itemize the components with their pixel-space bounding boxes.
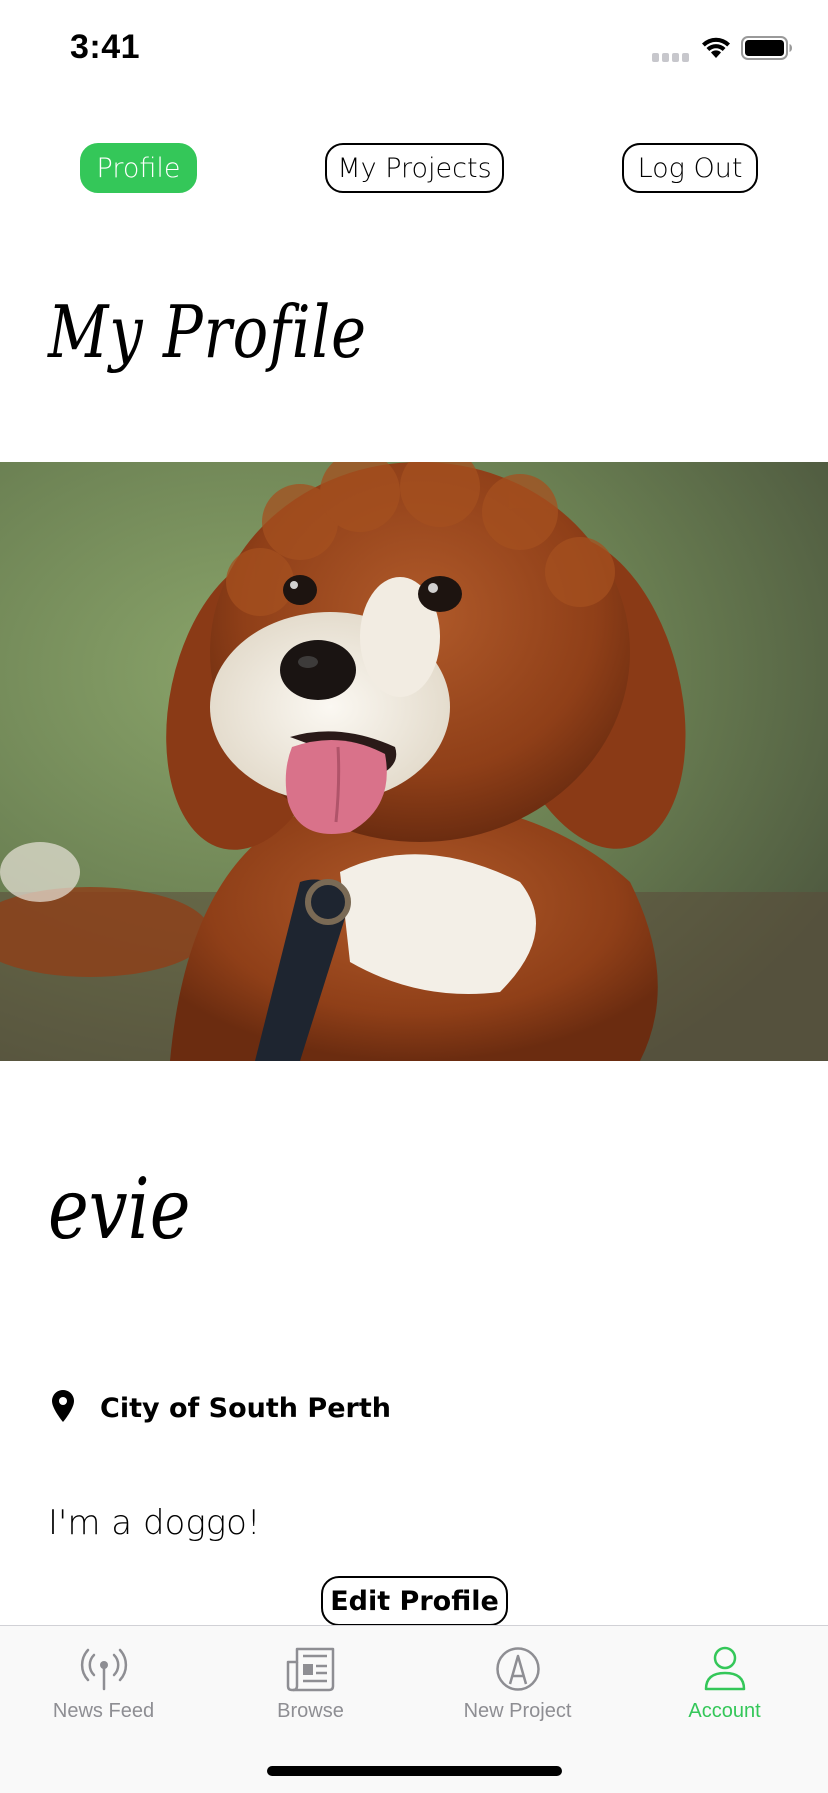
tab-news-feed[interactable]: News Feed (0, 1626, 207, 1736)
tab-label: News Feed (52, 1700, 155, 1722)
status-time: 3:41 (70, 28, 141, 66)
tab-label: Browse (277, 1700, 344, 1722)
location-pin-icon (52, 1390, 74, 1426)
tab-browse[interactable]: Browse (207, 1626, 414, 1736)
tab-account[interactable]: Account (621, 1626, 828, 1736)
location: City of South Perth (52, 1390, 391, 1426)
tab-label: Account (688, 1700, 761, 1722)
my-projects-button[interactable]: My Projects (325, 143, 504, 193)
battery-icon (741, 36, 793, 64)
home-indicator (267, 1766, 562, 1776)
tab-new-project[interactable]: New Project (414, 1626, 621, 1736)
status-bar: 3:41 (0, 0, 828, 100)
newspaper-icon (286, 1646, 336, 1692)
bio-text: I'm a doggo! (48, 1503, 261, 1543)
wifi-icon (700, 36, 732, 64)
profile-photo (0, 462, 828, 1061)
person-icon (703, 1646, 747, 1692)
antenna-icon (80, 1646, 128, 1692)
username: evie (48, 1160, 191, 1258)
location-label: City of South Perth (100, 1392, 391, 1424)
cellular-signal-icon (652, 53, 689, 62)
edit-profile-button[interactable]: Edit Profile (321, 1576, 508, 1626)
tab-label: New Project (463, 1700, 572, 1722)
compass-pen-icon (495, 1646, 541, 1692)
profile-tab-button[interactable]: Profile (80, 143, 197, 193)
log-out-button[interactable]: Log Out (622, 143, 758, 193)
page-title: My Profile (48, 290, 367, 374)
